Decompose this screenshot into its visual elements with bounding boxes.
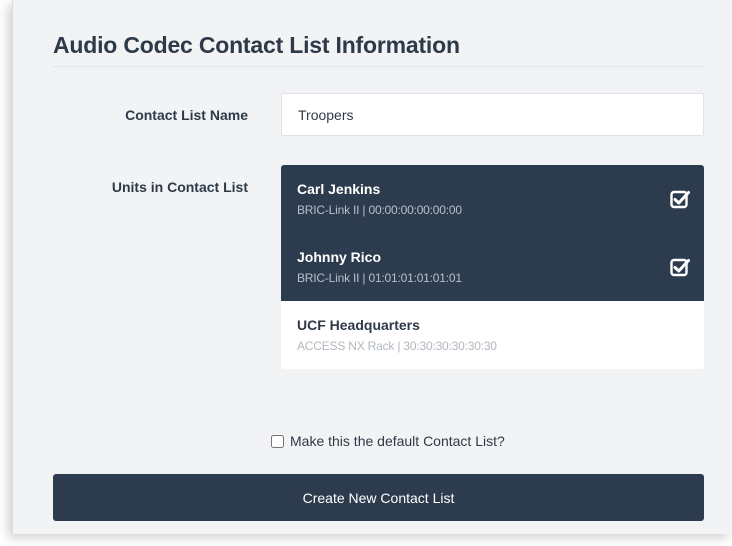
checked-checkbox-icon[interactable]	[670, 257, 690, 277]
default-contact-list-option: Make this the default Contact List?	[271, 432, 505, 450]
unit-item-johnny-rico[interactable]: Johnny Rico BRIC-Link II | 01:01:01:01:0…	[281, 233, 704, 301]
contact-list-name-label: Contact List Name	[125, 107, 248, 123]
default-contact-list-label[interactable]: Make this the default Contact List?	[290, 433, 505, 449]
unit-item-ucf-headquarters[interactable]: UCF Headquarters ACCESS NX Rack | 30:30:…	[281, 301, 704, 369]
title-divider	[53, 66, 705, 67]
contact-list-panel: Audio Codec Contact List Information Con…	[12, 0, 732, 534]
unit-name: Carl Jenkins	[297, 181, 381, 197]
unit-name: UCF Headquarters	[297, 317, 420, 333]
unit-detail: BRIC-Link II | 01:01:01:01:01:01	[297, 271, 462, 285]
units-list: Carl Jenkins BRIC-Link II | 00:00:00:00:…	[281, 165, 704, 369]
units-in-contact-list-label: Units in Contact List	[111, 179, 248, 195]
default-contact-list-checkbox[interactable]	[271, 434, 284, 448]
contact-list-name-input[interactable]	[281, 93, 704, 136]
unit-name: Johnny Rico	[297, 249, 382, 265]
unit-detail: ACCESS NX Rack | 30:30:30:30:30:30	[297, 339, 497, 353]
page-title: Audio Codec Contact List Information	[53, 32, 460, 58]
unit-item-carl-jenkins[interactable]: Carl Jenkins BRIC-Link II | 00:00:00:00:…	[281, 165, 704, 233]
create-contact-list-button[interactable]: Create New Contact List	[53, 474, 704, 521]
unit-detail: BRIC-Link II | 00:00:00:00:00:00	[297, 203, 462, 217]
checked-checkbox-icon[interactable]	[670, 189, 690, 209]
